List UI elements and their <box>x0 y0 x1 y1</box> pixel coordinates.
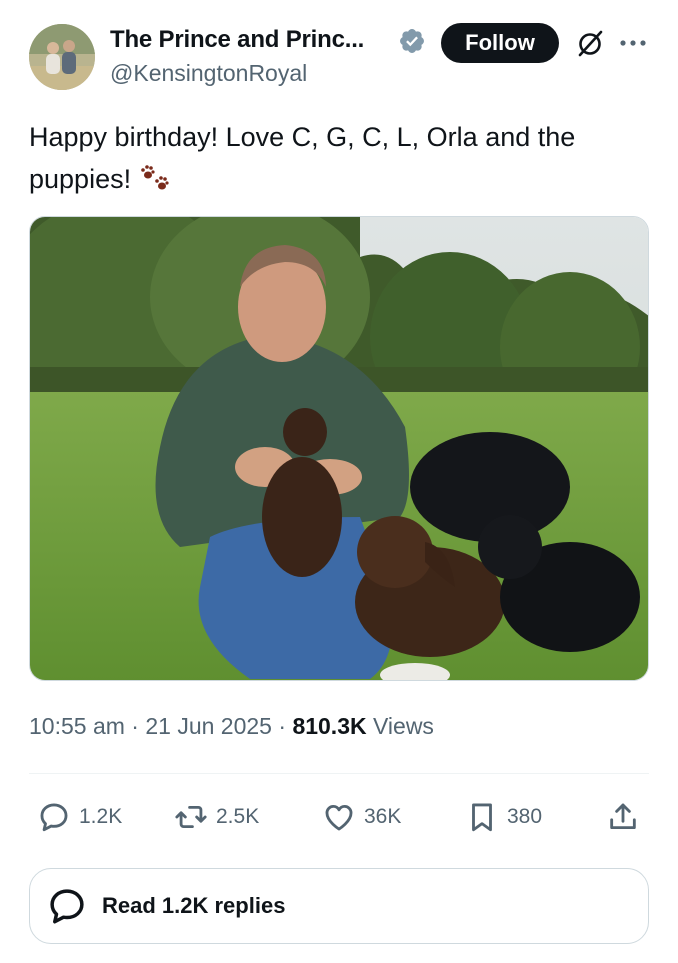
paw-prints-icon <box>140 165 169 190</box>
tweet-text-content: Happy birthday! Love C, G, C, L, Orla an… <box>29 122 576 194</box>
share-button[interactable] <box>606 797 640 837</box>
avatar[interactable] <box>29 24 95 90</box>
tweet-text: Happy birthday! Love C, G, C, L, Orla an… <box>29 116 639 200</box>
display-name[interactable]: The Prince and Princ... <box>110 26 364 54</box>
tweet-photo[interactable] <box>29 216 649 681</box>
tweet-date[interactable]: 21 Jun 2025 <box>145 713 272 739</box>
repost-button[interactable]: 2.5K <box>174 797 259 837</box>
share-icon <box>610 803 636 830</box>
handle[interactable]: @KensingtonRoyal <box>110 60 307 87</box>
meta-separator: · <box>278 713 287 739</box>
read-replies-button[interactable]: Read 1.2K replies <box>29 868 649 944</box>
reply-icon <box>40 803 68 832</box>
read-replies-label: Read 1.2K replies <box>102 893 286 918</box>
divider <box>29 773 649 774</box>
bookmark-icon <box>472 803 492 832</box>
more-icon[interactable] <box>618 30 648 56</box>
repost-count: 2.5K <box>216 805 260 828</box>
bookmark-count: 380 <box>507 805 543 828</box>
verified-badge-icon[interactable] <box>398 27 426 55</box>
like-button[interactable]: 36K <box>322 797 401 837</box>
repost-icon <box>175 805 207 829</box>
reply-count: 1.2K <box>79 805 123 828</box>
bookmark-button[interactable]: 380 <box>465 797 542 837</box>
tweet-meta: 10:55 am · 21 Jun 2025 · 810.3K Views <box>29 713 434 740</box>
views-label: Views <box>373 713 434 739</box>
reply-button[interactable]: 1.2K <box>37 797 122 837</box>
grok-icon[interactable] <box>574 28 606 60</box>
views-count: 810.3K <box>292 713 367 739</box>
like-count: 36K <box>364 805 402 828</box>
meta-separator: · <box>131 713 139 739</box>
avatar-photo <box>29 24 95 90</box>
heart-icon <box>325 804 353 831</box>
tweet-time[interactable]: 10:55 am <box>29 713 125 739</box>
photo-image <box>30 217 648 680</box>
reply-icon <box>50 889 84 924</box>
follow-button[interactable]: Follow <box>441 23 559 63</box>
